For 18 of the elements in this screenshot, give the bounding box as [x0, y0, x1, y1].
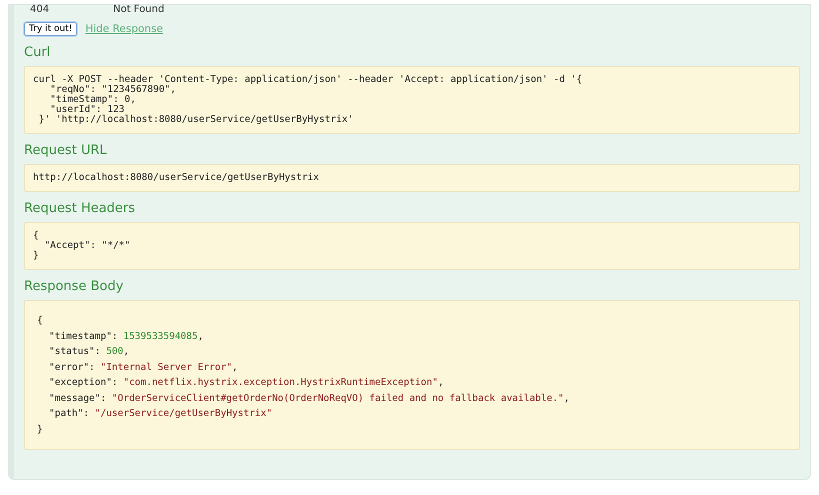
section-heading: Curl — [24, 45, 52, 60]
code-block: { "Accept": "*/*" } — [24, 222, 800, 270]
json-line: "exception": "com.netflix.hystrix.exception.HystrixRuntimeException", — [48, 376, 445, 390]
json-line: "message": "OrderServiceClient#getOrderNo(OrderNoReqVO) failed and no fallback available.", — [48, 392, 570, 406]
json-line: "status": 500, — [48, 345, 130, 359]
json-brace: { — [37, 314, 44, 328]
section-heading: Request Headers — [24, 201, 136, 216]
json-line: "error": "Internal Server Error", — [48, 360, 239, 374]
code-block: http://localhost:8080/userService/getUserByHystrix — [24, 164, 800, 192]
section-heading: Response Body — [24, 279, 124, 294]
json-brace: } — [37, 422, 44, 436]
json-line: "path": "/userService/getUserByHystrix" — [48, 407, 274, 421]
json-line: "timestamp": 1539533594085, — [48, 330, 204, 344]
status-code: 404 — [30, 5, 50, 15]
section-heading: Request URL — [24, 143, 108, 158]
status-reason: Not Found — [113, 5, 164, 15]
try-it-out-button[interactable]: Try it out! — [24, 22, 78, 36]
code-block: curl -X POST --header 'Content-Type: application/json' --header 'Accept: application/json' -d '{ "reqNo": "1234567890", "timeStamp": 0, "userId": 123 }' 'http://localhost:8080/userService/getUserByHystrix' — [24, 66, 800, 134]
